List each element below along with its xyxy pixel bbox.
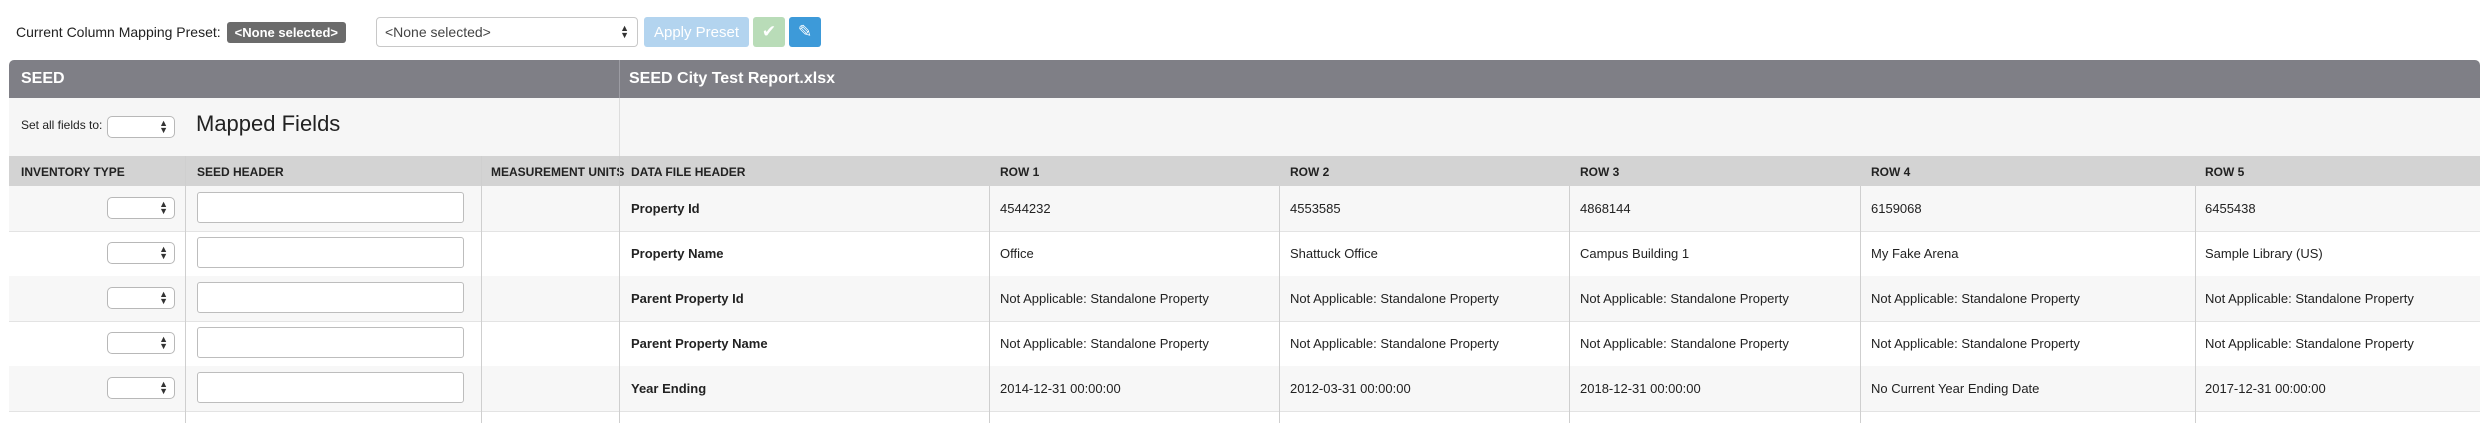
row-2-cell: Shattuck Office [1290,246,1378,261]
col-row-1: ROW 1 [1000,165,1040,179]
col-measurement-units: MEASUREMENT UNITS [491,165,625,179]
row-4-cell: My Fake Arena [1871,246,1959,261]
seed-header-input[interactable] [197,237,464,268]
row-2-cell: Not Applicable: Standalone Property [1290,291,1499,306]
table-row: ▲ ▼ Property Id 4544232 4553585 4868144 615906… [9,186,2480,232]
set-all-fields-select[interactable]: ▲ ▼ [107,116,175,138]
row-1-cell: Office [1000,246,1034,261]
row-3-cell: Not Applicable: Standalone Property [1580,291,1789,306]
up-down-arrows-icon: ▲ ▼ [159,334,168,351]
row-5-cell: 6455438 [2205,201,2256,216]
col-inventory-type: INVENTORY TYPE [21,165,125,179]
preset-label: Current Column Mapping Preset: [16,24,221,40]
save-preset-button[interactable]: ✔ [753,17,786,47]
column-divider [1569,186,1570,423]
seed-header-input[interactable] [197,192,464,223]
seed-header-input[interactable] [197,327,464,358]
inventory-type-select[interactable]: ▲ ▼ [107,377,175,399]
up-down-arrows-icon: ▲ ▼ [620,23,629,40]
set-all-fields-label: Set all fields to: [21,118,103,132]
column-mapping-page: Current Column Mapping Preset: <None sel… [0,0,2491,423]
col-seed-header: SEED HEADER [197,165,284,179]
preset-select[interactable]: <None selected> ▲ ▼ [375,17,638,47]
inventory-type-select[interactable]: ▲ ▼ [107,197,175,219]
data-file-header-cell: Parent Property Name [631,336,768,351]
pencil-icon: ✎ [797,22,813,41]
preset-select-value: <None selected> [384,24,491,40]
seed-panel-title: SEED [21,70,65,87]
subheader-divider [619,98,620,156]
data-file-header-cell: Year Ending [631,381,707,396]
inventory-type-select[interactable]: ▲ ▼ [107,242,175,264]
column-divider [481,156,482,423]
col-row-4: ROW 4 [1871,165,1911,179]
data-file-header-cell: Property Id [631,201,700,216]
col-row-5: ROW 5 [2205,165,2245,179]
row-5-cell: Not Applicable: Standalone Property [2205,336,2414,351]
row-3-cell: 2018-12-31 00:00:00 [1580,381,1701,396]
check-icon: ✔ [761,22,777,41]
up-down-arrows-icon: ▲ ▼ [159,199,168,216]
seed-header-input[interactable] [197,282,464,313]
column-divider [619,156,620,423]
row-1-cell: 4544232 [1000,201,1051,216]
row-4-cell: Not Applicable: Standalone Property [1871,291,2080,306]
inventory-type-select[interactable]: ▲ ▼ [107,287,175,309]
row-2-cell: 4553585 [1290,201,1341,216]
table-row: ▲ ▼ Parent Property Id Not Applicable: Stan… [9,276,2480,322]
data-file-header-cell: Parent Property Id [631,291,744,306]
row-4-cell: 6159068 [1871,201,1922,216]
mapping-table: SEED SEED City Test Report.xlsx Set all … [9,60,2480,423]
up-down-arrows-icon: ▲ ▼ [159,118,168,135]
header-divider [619,60,620,98]
mapped-fields-title: Mapped Fields [196,111,341,136]
row-4-cell: No Current Year Ending Date [1871,381,2040,396]
column-divider [1860,186,1861,423]
up-down-arrows-icon: ▲ ▼ [159,379,168,396]
column-divider [185,156,186,423]
column-divider [1279,186,1280,423]
table-row: ▲ ▼ Parent Property Name Not Applicable: St… [9,321,2480,367]
column-header-row: INVENTORY TYPE SEED HEADER MEASUREMENT U… [9,156,2480,186]
col-row-2: ROW 2 [1290,165,1330,179]
seed-header-input[interactable] [197,372,464,403]
row-2-cell: 2012-03-31 00:00:00 [1290,381,1411,396]
col-row-3: ROW 3 [1580,165,1620,179]
row-1-cell: Not Applicable: Standalone Property [1000,336,1209,351]
row-1-cell: 2014-12-31 00:00:00 [1000,381,1121,396]
column-divider [2195,186,2196,423]
table-row: ▲ ▼ Year Ending 2014-12-31 00:00:00 2012-03-… [9,366,2480,412]
row-5-cell: Sample Library (US) [2205,246,2323,261]
row-5-cell: Not Applicable: Standalone Property [2205,291,2414,306]
row-1-cell: Not Applicable: Standalone Property [1000,291,1209,306]
inventory-type-select[interactable]: ▲ ▼ [107,332,175,354]
row-5-cell: 2017-12-31 00:00:00 [2205,381,2326,396]
up-down-arrows-icon: ▲ ▼ [159,244,168,261]
row-3-cell: 4868144 [1580,201,1631,216]
row-4-cell: Not Applicable: Standalone Property [1871,336,2080,351]
preset-toolbar: Current Column Mapping Preset: <None sel… [16,16,825,48]
edit-preset-button[interactable]: ✎ [789,17,822,47]
data-file-header-cell: Property Name [631,246,724,261]
apply-preset-button[interactable]: Apply Preset [643,17,750,47]
row-2-cell: Not Applicable: Standalone Property [1290,336,1499,351]
current-preset-badge: <None selected> [226,21,346,43]
panel-header-bar: SEED SEED City Test Report.xlsx [9,60,2480,98]
col-data-file-header: DATA FILE HEADER [631,165,746,179]
table-row: ▲ ▼ Property Name Office Shattuck Office Camp… [9,231,2480,277]
up-down-arrows-icon: ▲ ▼ [159,289,168,306]
column-divider [989,186,990,423]
file-panel-title: SEED City Test Report.xlsx [629,70,835,87]
panel-subheader: Set all fields to: ▲ ▼ Mapped Fields [9,98,2480,157]
row-3-cell: Campus Building 1 [1580,246,1690,261]
row-3-cell: Not Applicable: Standalone Property [1580,336,1789,351]
